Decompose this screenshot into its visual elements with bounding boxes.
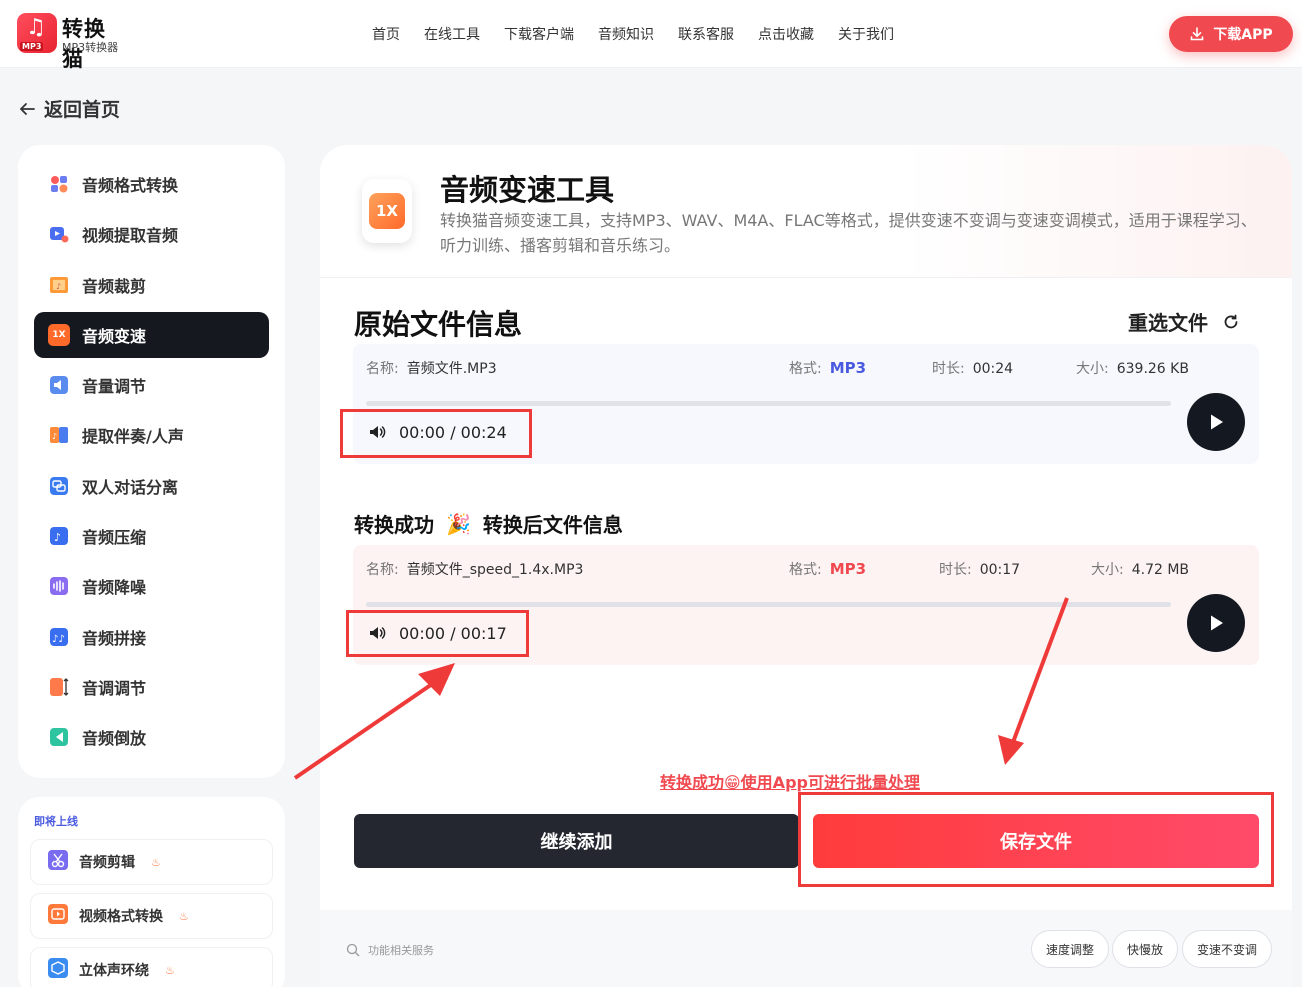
nav-home[interactable]: 首页 bbox=[372, 24, 400, 44]
join-icon: ♪♪ bbox=[48, 626, 70, 648]
converted-name: 名称: 音频文件_speed_1.4x.MP3 bbox=[366, 562, 584, 578]
converted-progress-bar[interactable] bbox=[366, 602, 1171, 607]
sidebar-item-vocal-extract[interactable]: ♪ 提取伴奏/人声 bbox=[34, 412, 269, 458]
vocal-extract-icon: ♪ bbox=[48, 424, 70, 446]
main-nav: 首页 在线工具 下载客户端 音频知识 联系客服 点击收藏 关于我们 bbox=[372, 24, 894, 44]
video-play-icon bbox=[47, 903, 69, 929]
svg-text:♪: ♪ bbox=[56, 282, 61, 291]
refresh-icon bbox=[1224, 314, 1238, 328]
pitch-icon bbox=[48, 676, 70, 698]
sidebar-item-format-convert[interactable]: 音频格式转换 bbox=[34, 161, 269, 207]
converted-file-title: 转换成功 🎉 转换后文件信息 bbox=[354, 511, 623, 538]
nav-online-tools[interactable]: 在线工具 bbox=[424, 24, 480, 44]
sidebar-item-denoise[interactable]: 音频降噪 bbox=[34, 563, 269, 609]
scissors-icon bbox=[47, 849, 69, 875]
related-services-bar: 功能相关服务 速度调整 快慢放 变速不变调 bbox=[320, 910, 1292, 987]
brand-logo[interactable]: ♫ MP3 转换猫 MP3转换器 bbox=[17, 13, 127, 71]
nav-audio-knowledge[interactable]: 音频知识 bbox=[598, 24, 654, 44]
nav-contact[interactable]: 联系客服 bbox=[678, 24, 734, 44]
coming-soon-panel: 即将上线 音频剪辑 ♨ 视频格式转换 ♨ 立体声环绕 ♨ bbox=[18, 797, 285, 987]
sidebar-item-reverse[interactable]: 音频倒放 bbox=[34, 714, 269, 760]
nav-bookmark[interactable]: 点击收藏 bbox=[758, 24, 814, 44]
arrow-left-icon bbox=[19, 102, 35, 115]
original-progress-bar[interactable] bbox=[366, 401, 1171, 406]
sidebar-item-video-extract[interactable]: 视频提取音频 bbox=[34, 211, 269, 257]
converted-size: 大小: 4.72 MB bbox=[1091, 562, 1190, 578]
volume-icon bbox=[48, 374, 70, 396]
reselect-file-button[interactable]: 重选文件 bbox=[1128, 307, 1240, 336]
annotation-box-converted-time bbox=[346, 610, 529, 657]
sidebar-item-dialog-split[interactable]: 双人对话分离 bbox=[34, 463, 269, 509]
tool-description: 转换猫音频变速工具，支持MP3、WAV、M4A、FLAC等格式，提供变速不变调与… bbox=[440, 211, 1257, 255]
sidebar-item-pitch[interactable]: 音调调节 bbox=[34, 664, 269, 710]
original-format: 格式: MP3 bbox=[789, 359, 867, 377]
soon-item-surround[interactable]: 立体声环绕 ♨ bbox=[30, 947, 273, 987]
brand-subtitle: MP3转换器 bbox=[62, 41, 119, 54]
party-popper-icon: 🎉 bbox=[446, 511, 471, 536]
hot-icon: ♨ bbox=[179, 909, 189, 923]
video-extract-icon bbox=[48, 223, 70, 245]
annotation-box-original-time bbox=[340, 409, 532, 458]
soon-item-video-format[interactable]: 视频格式转换 ♨ bbox=[30, 893, 273, 939]
tool-header: 1X 音频变速工具 转换猫音频变速工具，支持MP3、WAV、M4A、FLAC等格… bbox=[320, 145, 1292, 278]
sidebar-item-speed[interactable]: 1X 音频变速 bbox=[34, 311, 269, 358]
back-home-link[interactable]: 返回首页 bbox=[18, 95, 120, 122]
annotation-box-save bbox=[798, 792, 1274, 887]
chip-speed-adjust[interactable]: 速度调整 bbox=[1031, 930, 1110, 968]
soon-item-audio-edit[interactable]: 音频剪辑 ♨ bbox=[30, 839, 273, 885]
chip-keep-pitch[interactable]: 变速不变调 bbox=[1182, 930, 1273, 968]
converted-duration: 时长: 00:17 bbox=[939, 562, 1021, 578]
sidebar-item-volume[interactable]: 音量调节 bbox=[34, 362, 269, 408]
nav-download-client[interactable]: 下载客户端 bbox=[504, 24, 574, 44]
download-app-button[interactable]: 下载APP bbox=[1169, 16, 1293, 52]
compress-icon: ♪ bbox=[48, 525, 70, 547]
logo-icon: ♫ MP3 bbox=[17, 13, 57, 53]
hot-icon: ♨ bbox=[151, 855, 161, 869]
original-name: 名称: 音频文件.MP3 bbox=[366, 361, 497, 377]
play-icon bbox=[1211, 414, 1223, 430]
svg-text:♪: ♪ bbox=[52, 432, 57, 441]
sidebar-item-audio-cut[interactable]: ♪ 音频裁剪 bbox=[34, 262, 269, 308]
denoise-icon bbox=[48, 575, 70, 597]
nav-about[interactable]: 关于我们 bbox=[838, 24, 894, 44]
original-play-button[interactable] bbox=[1187, 393, 1245, 451]
coming-soon-title: 即将上线 bbox=[34, 815, 78, 828]
tool-sidebar: 音频格式转换 视频提取音频 ♪ 音频裁剪 1X 音频变速 音量调节 ♪ 提取伴奏… bbox=[18, 145, 285, 778]
tool-title: 音频变速工具 bbox=[440, 173, 615, 207]
original-duration: 时长: 00:24 bbox=[932, 361, 1014, 377]
cube-icon bbox=[47, 957, 69, 983]
play-icon bbox=[1211, 615, 1223, 631]
original-size: 大小: 639.26 KB bbox=[1076, 361, 1189, 377]
top-header: ♫ MP3 转换猫 MP3转换器 首页 在线工具 下载客户端 音频知识 联系客服… bbox=[0, 0, 1302, 71]
tool-speed-icon: 1X bbox=[362, 179, 412, 243]
search-icon bbox=[346, 943, 360, 957]
audio-cut-icon: ♪ bbox=[48, 274, 70, 296]
sidebar-item-join[interactable]: ♪♪ 音频拼接 bbox=[34, 614, 269, 660]
app-batch-promo-link[interactable]: 转换成功😁使用App可进行批量处理 bbox=[660, 769, 920, 793]
format-convert-icon bbox=[48, 173, 70, 195]
converted-play-button[interactable] bbox=[1187, 594, 1245, 652]
hot-icon: ♨ bbox=[165, 963, 175, 977]
svg-text:♪♪: ♪♪ bbox=[52, 634, 65, 645]
original-file-title: 原始文件信息 bbox=[354, 308, 523, 341]
continue-add-button[interactable]: 继续添加 bbox=[354, 814, 799, 868]
dialog-split-icon bbox=[48, 475, 70, 497]
download-icon bbox=[1191, 27, 1204, 41]
svg-text:♪: ♪ bbox=[54, 531, 61, 544]
related-services-label: 功能相关服务 bbox=[346, 942, 434, 958]
converted-format: 格式: MP3 bbox=[789, 560, 867, 578]
speed-icon: 1X bbox=[48, 323, 70, 346]
chip-fast-slow[interactable]: 快慢放 bbox=[1112, 930, 1179, 968]
reverse-icon bbox=[48, 726, 70, 748]
sidebar-item-compress[interactable]: ♪ 音频压缩 bbox=[34, 513, 269, 559]
